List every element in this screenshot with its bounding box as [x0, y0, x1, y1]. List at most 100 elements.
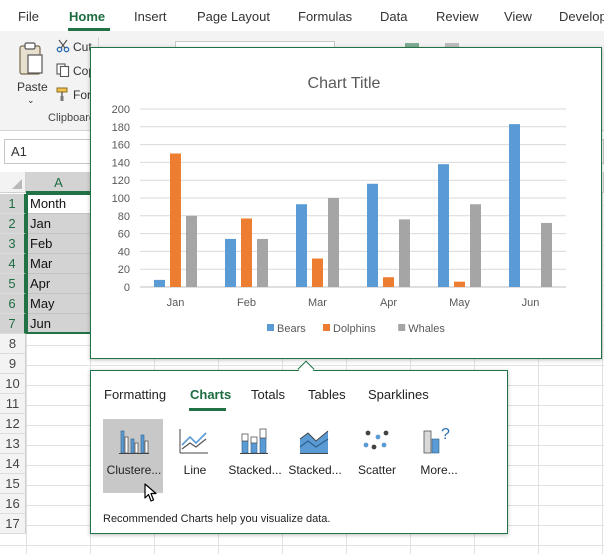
qa-item-label: Line: [183, 463, 207, 477]
tab-view[interactable]: View: [504, 9, 532, 24]
qa-tab-totals[interactable]: Totals: [251, 387, 285, 402]
cell-a3[interactable]: Feb: [27, 234, 93, 254]
tab-page-layout[interactable]: Page Layout: [197, 9, 270, 24]
scatter-icon: [363, 430, 389, 450]
legend-label-bears: Bears: [277, 323, 306, 335]
row-header-8[interactable]: 8: [0, 334, 26, 354]
tab-developer[interactable]: Develop: [559, 9, 604, 24]
cell-a6[interactable]: May: [27, 294, 93, 314]
row-header-12[interactable]: 12: [0, 414, 26, 434]
qa-scatter-button[interactable]: Scatter: [346, 419, 406, 493]
line-chart-icon: [179, 429, 208, 454]
x-tick-label: Jan: [167, 297, 185, 309]
qa-tab-formatting[interactable]: Formatting: [104, 387, 166, 402]
cell-a1[interactable]: Month: [27, 194, 93, 214]
x-tick-label: May: [449, 297, 470, 309]
row-header-5[interactable]: 5: [0, 274, 26, 294]
paste-button[interactable]: Paste ⌄: [8, 37, 52, 105]
row-header-11[interactable]: 11: [0, 394, 26, 414]
bar-whales-feb: [257, 238, 268, 287]
bar-dolphins-may: [454, 281, 465, 287]
tab-review[interactable]: Review: [436, 9, 479, 24]
tab-home[interactable]: Home: [69, 9, 105, 24]
row-header-4[interactable]: 4: [0, 254, 26, 274]
copy-icon: [56, 63, 70, 77]
bar-whales-jan: [186, 215, 197, 287]
qa-more-charts-button[interactable]: ? More...: [408, 419, 468, 493]
paste-icon: [19, 42, 43, 75]
qa-item-label: Stacked...: [228, 463, 282, 477]
tab-formulas[interactable]: Formulas: [298, 9, 352, 24]
clustered-column-chart: Chart Title 0 20 40 60 80 100 120 140 160 180 200 Ja…: [112, 75, 566, 335]
row-header-9[interactable]: 9: [0, 354, 26, 374]
format-painter-icon: [56, 87, 68, 101]
qa-stacked-area-button[interactable]: Stacked...: [284, 419, 344, 493]
chevron-down-icon[interactable]: ⌄: [27, 95, 35, 106]
column-header-a[interactable]: A: [26, 172, 92, 193]
legend-swatch-whales: [398, 324, 406, 331]
x-tick-label: Jun: [522, 297, 540, 309]
y-tick-label: 100: [112, 193, 130, 205]
y-tick-label: 80: [118, 211, 130, 223]
row-header-15[interactable]: 15: [0, 474, 26, 494]
qa-item-label: Scatter: [357, 463, 396, 477]
x-tick-label: Feb: [237, 297, 256, 309]
bar-whales-apr: [399, 219, 410, 287]
bar-dolphins-jan: [170, 153, 181, 287]
row-header-3[interactable]: 3: [0, 234, 26, 254]
row-header-2[interactable]: 2: [0, 214, 26, 234]
cut-button[interactable]: Cut: [56, 39, 92, 59]
stacked-area-icon: [299, 430, 329, 454]
y-tick-label: 140: [112, 157, 130, 169]
qa-tab-sparklines[interactable]: Sparklines: [368, 387, 429, 402]
x-tick-label: Apr: [380, 297, 397, 309]
cell-a7[interactable]: Jun: [27, 314, 93, 334]
qa-item-label: More...: [420, 463, 458, 477]
tab-data[interactable]: Data: [380, 9, 407, 24]
more-charts-icon: ?: [423, 426, 450, 454]
legend-swatch-bears: [267, 324, 274, 331]
y-tick-label: 20: [118, 264, 130, 276]
cell-a5[interactable]: Apr: [27, 274, 93, 294]
qa-line-button[interactable]: Line: [164, 419, 224, 493]
row-header-13[interactable]: 13: [0, 434, 26, 454]
row-header-14[interactable]: 14: [0, 454, 26, 474]
qa-clustered-column-button[interactable]: Clustere...: [103, 419, 163, 493]
cell-a2[interactable]: Jan: [27, 214, 93, 234]
clipboard-group-label: Clipboard: [48, 112, 96, 124]
bar-dolphins-apr: [383, 277, 394, 287]
name-box[interactable]: A1: [4, 139, 92, 164]
ribbon-tab-bar: File Home Insert Page Layout Formulas Da…: [0, 0, 604, 31]
qa-active-tab-indicator: [189, 408, 226, 411]
paste-label: Paste: [17, 80, 48, 94]
qa-stacked-column-button[interactable]: Stacked...: [224, 419, 284, 493]
quick-analysis-panel: Formatting Charts Totals Tables Sparklin…: [90, 370, 508, 534]
row-header-1[interactable]: 1: [0, 194, 26, 214]
row-header-7[interactable]: 7: [0, 314, 26, 334]
select-all-triangle-icon: [12, 179, 22, 189]
bar-whales-may: [470, 204, 481, 287]
qa-tab-charts[interactable]: Charts: [190, 387, 231, 402]
y-tick-label: 160: [112, 140, 130, 152]
bar-whales-jun: [541, 222, 552, 287]
qa-tab-tables[interactable]: Tables: [308, 387, 346, 402]
qa-description: Recommended Charts help you visualize da…: [103, 513, 331, 525]
row-header-16[interactable]: 16: [0, 494, 26, 514]
qa-item-label: Clustere...: [106, 463, 162, 477]
bar-bears-mar: [296, 204, 307, 287]
row-header-17[interactable]: 17: [0, 514, 26, 534]
bar-dolphins-mar: [312, 258, 323, 287]
tab-insert[interactable]: Insert: [134, 9, 167, 24]
row-header-10[interactable]: 10: [0, 374, 26, 394]
tab-file[interactable]: File: [18, 9, 39, 24]
x-tick-label: Mar: [308, 297, 327, 309]
legend-swatch-dolphins: [323, 324, 330, 331]
cell-a4[interactable]: Mar: [27, 254, 93, 274]
y-tick-label: 0: [124, 282, 130, 294]
y-tick-label: 60: [118, 229, 130, 241]
chart-title: Chart Title: [308, 75, 381, 92]
bar-bears-feb: [225, 238, 236, 287]
row-header-6[interactable]: 6: [0, 294, 26, 314]
bar-bears-may: [438, 164, 449, 287]
y-tick-label: 120: [112, 175, 130, 187]
